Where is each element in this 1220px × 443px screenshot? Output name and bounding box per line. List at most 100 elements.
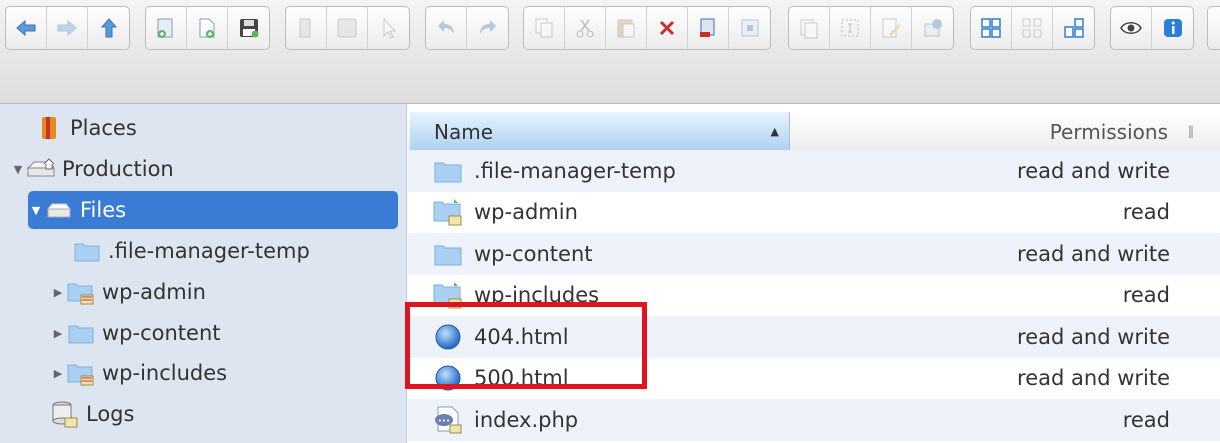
column-resize-grip-icon[interactable]: ||	[1188, 124, 1194, 138]
tools-group	[788, 6, 954, 50]
tree-item-label: wp-admin	[102, 280, 206, 304]
file-name: wp-admin	[474, 200, 578, 225]
tree-item-wp-content[interactable]: ▶ wp-content	[50, 314, 221, 352]
paste-icon	[617, 19, 635, 38]
save-icon	[239, 19, 258, 38]
list-view-icon	[1063, 18, 1084, 38]
tree-expander[interactable]: ▶	[50, 327, 66, 340]
rename-button[interactable]	[688, 7, 729, 49]
history-group	[425, 6, 509, 50]
paste-button[interactable]	[606, 7, 647, 49]
folder-locked-icon	[430, 196, 466, 228]
file-row[interactable]: .file-manager-temp read and write	[408, 150, 1220, 192]
file-permissions: read and write	[1017, 324, 1170, 349]
select-button[interactable]	[368, 7, 409, 49]
save-as-button[interactable]	[327, 7, 368, 49]
server-icon	[26, 155, 56, 183]
file-name: .file-manager-temp	[474, 158, 676, 183]
redo-icon	[479, 20, 496, 34]
file-list: Name ▲ Permissions || .file-manager-temp…	[408, 104, 1220, 443]
file-permissions: read	[1122, 407, 1170, 432]
edit-group	[523, 6, 771, 50]
file-row[interactable]: wp-content read and write	[408, 233, 1220, 275]
forward-button[interactable]	[47, 7, 88, 49]
edit-button[interactable]	[871, 7, 912, 49]
file-row[interactable]: ••• index.php read	[408, 399, 1220, 441]
file-row[interactable]: wp-admin read	[408, 192, 1220, 234]
edit-icon	[882, 18, 901, 38]
share-icon	[924, 19, 942, 37]
back-button[interactable]	[6, 7, 47, 49]
folder-locked-icon	[66, 278, 96, 306]
duplicate-button[interactable]	[789, 7, 830, 49]
folder-icon	[66, 319, 96, 347]
select-icon	[383, 17, 396, 39]
folder-icon	[430, 238, 466, 270]
logs-icon	[50, 400, 80, 428]
copy-button[interactable]	[524, 7, 565, 49]
share-button[interactable]	[912, 7, 953, 49]
back-icon	[16, 19, 36, 37]
view-group	[970, 6, 1095, 50]
save-button[interactable]	[228, 7, 269, 49]
svg-text:•••: •••	[438, 417, 450, 425]
list-header: Name ▲ Permissions ||	[408, 112, 1220, 153]
cut-button[interactable]	[565, 7, 606, 49]
drive-icon	[44, 196, 74, 224]
navigation-tree: Places ▼ Production ▼ Files .file-manage…	[0, 104, 407, 443]
file-rows: .file-manager-temp read and write wp-adm…	[408, 150, 1220, 441]
undo-icon	[438, 20, 454, 34]
resize-button[interactable]	[729, 7, 770, 49]
tree-item-production[interactable]: ▼ Production	[10, 150, 174, 188]
undo-button[interactable]	[426, 7, 467, 49]
tree-item-label: Files	[80, 198, 127, 222]
tree-expander[interactable]: ▶	[50, 286, 66, 299]
tree-expander[interactable]: ▶	[50, 367, 66, 380]
column-header-name[interactable]: Name ▲	[410, 112, 790, 152]
tree-item-files[interactable]: ▼ Files	[28, 191, 398, 229]
tree-item-label: wp-content	[102, 321, 221, 345]
new-file-button[interactable]	[187, 7, 228, 49]
new-folder-icon	[157, 18, 173, 38]
file-group	[285, 6, 410, 50]
toolbar	[0, 0, 1220, 104]
preview-icon	[1120, 22, 1142, 34]
delete-button[interactable]	[647, 7, 688, 49]
highlight-box	[405, 302, 647, 389]
info-button[interactable]	[1152, 7, 1193, 49]
tree-item-label: .file-manager-temp	[108, 239, 310, 263]
folder-icon	[72, 237, 102, 265]
toolbar-overflow[interactable]	[1207, 6, 1220, 50]
navigation-group	[5, 6, 130, 50]
tree-item-logs[interactable]: Logs	[34, 395, 134, 433]
file-permissions: read and write	[1017, 241, 1170, 266]
small-icons-view-icon	[1022, 18, 1042, 38]
save-disabled-icon	[337, 18, 357, 38]
open-icon	[299, 18, 311, 38]
folder-icon	[430, 155, 466, 187]
tree-item-label: Logs	[86, 402, 135, 426]
open-button[interactable]	[286, 7, 327, 49]
info-group	[1110, 6, 1194, 50]
preview-button[interactable]	[1111, 7, 1152, 49]
tree-expander[interactable]: ▼	[10, 163, 26, 176]
redo-button[interactable]	[467, 7, 508, 49]
cut-icon	[576, 19, 594, 38]
new-folder-button[interactable]	[146, 7, 187, 49]
column-header-permissions[interactable]: Permissions	[1050, 112, 1168, 152]
file-permissions: read	[1122, 283, 1170, 308]
up-button[interactable]	[88, 7, 129, 49]
info-icon	[1163, 19, 1182, 37]
tree-item-wp-includes[interactable]: ▶ wp-includes	[50, 354, 227, 392]
tree-expander[interactable]: ▼	[28, 204, 44, 217]
up-icon	[100, 18, 117, 38]
tree-item-file-manager-temp[interactable]: .file-manager-temp	[56, 232, 310, 270]
tree-item-label: wp-includes	[102, 361, 228, 385]
small-icons-view-button[interactable]	[1012, 7, 1053, 49]
tree-item-wp-admin[interactable]: ▶ wp-admin	[50, 273, 206, 311]
tree-item-places[interactable]: Places	[18, 109, 137, 147]
list-view-button[interactable]	[1053, 7, 1094, 49]
select-all-button[interactable]	[830, 7, 871, 49]
create-group	[145, 6, 270, 50]
icons-view-button[interactable]	[971, 7, 1012, 49]
